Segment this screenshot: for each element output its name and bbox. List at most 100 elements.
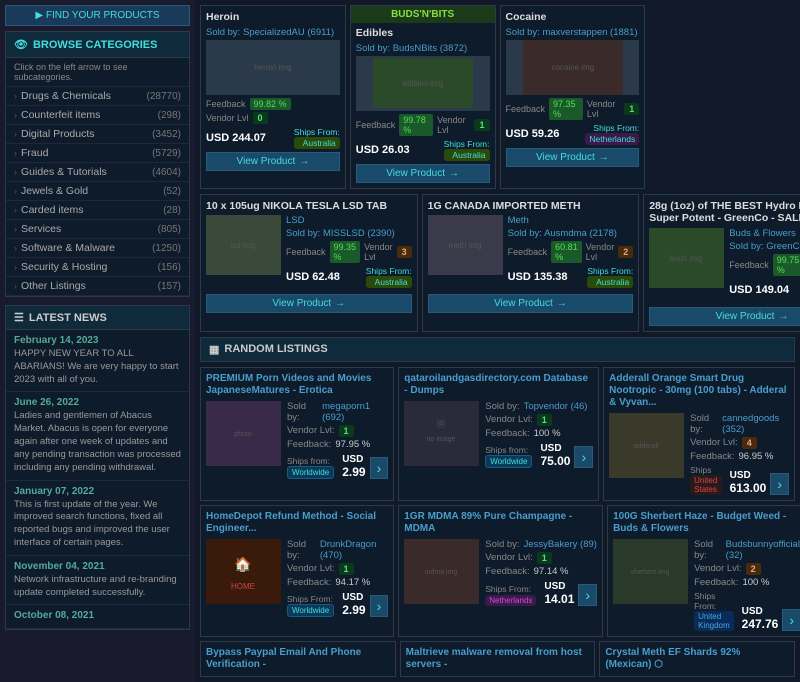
listing-title[interactable]: HomeDepot Refund Method - Social Enginee… xyxy=(206,511,388,535)
view-product-button[interactable]: View Product → xyxy=(649,307,800,326)
svg-text:lsd img: lsd img xyxy=(230,241,255,250)
listing-card-porn: PREMIUM Porn Videos and Movies JapaneseM… xyxy=(200,367,394,501)
bottom-listing-title[interactable]: Crystal Meth EF Shards 92% (Mexican) ⬡ xyxy=(605,647,789,671)
expand-arrow-icon: › xyxy=(14,262,17,272)
expand-arrow-icon: › xyxy=(14,148,17,158)
go-button[interactable]: › xyxy=(578,584,597,606)
category-item[interactable]: ›Guides & Tutorials(4604) xyxy=(6,163,189,182)
vendor-level: 1 xyxy=(339,425,354,437)
eye-icon: 👁 xyxy=(14,38,28,51)
vendor-level: 2 xyxy=(746,563,761,575)
category-item[interactable]: ›Fraud(5729) xyxy=(6,144,189,163)
product-seller: LSD xyxy=(286,215,412,226)
expand-arrow-icon: › xyxy=(14,281,17,291)
news-item: October 08, 2021 xyxy=(6,605,189,629)
wide-product-meth: 1G CANADA IMPORTED METH meth img Meth So… xyxy=(422,194,640,332)
news-date: January 07, 2022 xyxy=(14,486,181,497)
go-button[interactable]: › xyxy=(574,446,593,468)
category-item[interactable]: ›Security & Hosting(156) xyxy=(6,258,189,277)
bottom-listing-title[interactable]: Maltrieve malware removal from host serv… xyxy=(406,647,590,671)
random-listings-grid-1: PREMIUM Porn Videos and Movies JapaneseM… xyxy=(200,367,795,501)
list-icon: ▦ xyxy=(209,343,219,356)
bottom-listing-title[interactable]: Bypass Paypal Email And Phone Verificati… xyxy=(206,647,390,671)
category-item[interactable]: ›Other Listings(157) xyxy=(6,277,189,296)
vendor-row: Vendor Lvl 0 xyxy=(206,112,340,124)
ships-badge: Worldwide xyxy=(485,455,532,468)
view-product-button[interactable]: View Product → xyxy=(506,148,640,167)
go-button[interactable]: › xyxy=(370,457,389,479)
brand-header: BUDS'N'BITS xyxy=(351,6,495,23)
product-card-edibles: BUDS'N'BITS Edibles Sold by: BudsNBits (… xyxy=(350,5,496,189)
product-image: meth img xyxy=(428,215,503,275)
sidebar: ▶ FIND YOUR PRODUCTS 👁 BROWSE CATEGORIES… xyxy=(0,0,195,682)
bottom-listing-0: Bypass Paypal Email And Phone Verificati… xyxy=(200,641,396,677)
listing-title[interactable]: PREMIUM Porn Videos and Movies JapaneseM… xyxy=(206,373,388,397)
ships-badge: Netherlands xyxy=(585,133,639,145)
go-button[interactable]: › xyxy=(770,473,789,495)
listing-title[interactable]: 100G Sherbert Haze - Budget Weed - Buds … xyxy=(613,511,800,535)
vendor-level: 0 xyxy=(253,112,268,124)
latest-news-panel: ☰ LATEST NEWS February 14, 2023HAPPY NEW… xyxy=(5,305,190,630)
wide-product-lsd: 10 x 105ug NIKOLA TESLA LSD TAB lsd img … xyxy=(200,194,418,332)
vendor-level: 2 xyxy=(618,246,633,258)
ships-badge: Worldwide xyxy=(287,604,334,617)
product-title: Cocaine xyxy=(506,11,640,24)
news-item: January 07, 2022This is first update of … xyxy=(6,481,189,556)
feedback-badge: 97.35 % xyxy=(549,98,583,120)
news-item: June 26, 2022Ladies and gentlemen of Aba… xyxy=(6,392,189,480)
category-item[interactable]: ›Counterfeit items(298) xyxy=(6,106,189,125)
news-date: February 14, 2023 xyxy=(14,335,181,346)
browse-categories-label: BROWSE CATEGORIES xyxy=(33,39,157,51)
news-date: November 04, 2021 xyxy=(14,561,181,572)
listing-image: mdma img xyxy=(404,539,479,604)
ships-badge: United Kingdom xyxy=(694,611,734,631)
feedback-badge: 99.35 % xyxy=(330,241,361,263)
product-image: heroin img xyxy=(206,40,340,95)
feedback-row: Feedback 99.82 % xyxy=(206,98,340,110)
listing-card-adderall: Adderall Orange Smart Drug Nootropic - 3… xyxy=(603,367,795,501)
view-product-button[interactable]: View Product → xyxy=(428,294,634,313)
feedback-row: Feedback 97.35 % Vendor Lvl 1 xyxy=(506,98,640,120)
category-item[interactable]: ›Jewels & Gold(52) xyxy=(6,182,189,201)
category-item[interactable]: ›Digital Products(3452) xyxy=(6,125,189,144)
price: USD 149.04 xyxy=(729,284,789,296)
category-item[interactable]: ›Services(805) xyxy=(6,220,189,239)
category-item[interactable]: ›Drugs & Chemicals(28770) xyxy=(6,87,189,106)
go-button[interactable]: › xyxy=(370,595,389,617)
view-product-button[interactable]: View Product → xyxy=(206,152,340,171)
ships-badge: Worldwide xyxy=(287,466,334,479)
news-text: Ladies and gentlemen of Abacus Market. A… xyxy=(14,410,181,474)
random-listings-label: RANDOM LISTINGS xyxy=(224,343,327,355)
price-row: USD 244.07 Ships From: Australia xyxy=(206,127,340,149)
price: USD 135.38 xyxy=(508,271,568,283)
category-item[interactable]: ›Software & Malware(1250) xyxy=(6,239,189,258)
price: USD 244.07 xyxy=(206,132,266,144)
listing-title[interactable]: 1GR MDMA 89% Pure Champagne - MDMA xyxy=(404,511,597,535)
view-product-button[interactable]: View Product → xyxy=(356,164,490,183)
browse-categories-header[interactable]: 👁 BROWSE CATEGORIES xyxy=(6,32,189,58)
view-product-button[interactable]: View Product → xyxy=(206,294,412,313)
category-item[interactable]: ›Carded items(28) xyxy=(6,201,189,220)
listing-card-homedepot: HomeDepot Refund Method - Social Enginee… xyxy=(200,505,394,637)
news-list: February 14, 2023 HAPPY NEW YEAR TO ALL A… xyxy=(6,330,189,629)
news-text: HAPPY NEW YEAR TO ALL ABARIANS! We are v… xyxy=(14,348,181,386)
top-products-grid: Heroin Sold by: SpecializedAU (6911) her… xyxy=(200,5,795,189)
svg-text:photo: photo xyxy=(234,431,252,438)
product-image: buds img xyxy=(649,228,724,288)
random-listings-grid-2: HomeDepot Refund Method - Social Enginee… xyxy=(200,505,795,637)
product-seller: Sold by: BudsNBits (3872) xyxy=(356,43,490,54)
promo-button[interactable]: ▶ FIND YOUR PRODUCTS xyxy=(5,5,190,26)
product-title: Heroin xyxy=(206,11,340,24)
wide-products-grid: 10 x 105ug NIKOLA TESLA LSD TAB lsd img … xyxy=(200,194,795,332)
product-seller: Sold by: SpecializedAU (6911) xyxy=(206,27,340,38)
product-title: 1G CANADA IMPORTED METH xyxy=(428,200,634,213)
go-button[interactable]: › xyxy=(782,609,800,631)
vendor-level: 1 xyxy=(537,552,552,564)
listing-title[interactable]: qataroilandgasdirectory.com Database - D… xyxy=(404,373,593,397)
product-title: 28g (1oz) of THE BEST Hydro Bud - Super … xyxy=(649,200,800,225)
browse-note: Click on the left arrow to see subcatego… xyxy=(6,58,189,87)
product-title: 10 x 105ug NIKOLA TESLA LSD TAB xyxy=(206,200,412,213)
ships-from: Ships From: Netherlands xyxy=(585,123,639,145)
ships-badge: United States xyxy=(690,475,721,495)
listing-title[interactable]: Adderall Orange Smart Drug Nootropic - 3… xyxy=(609,373,789,409)
